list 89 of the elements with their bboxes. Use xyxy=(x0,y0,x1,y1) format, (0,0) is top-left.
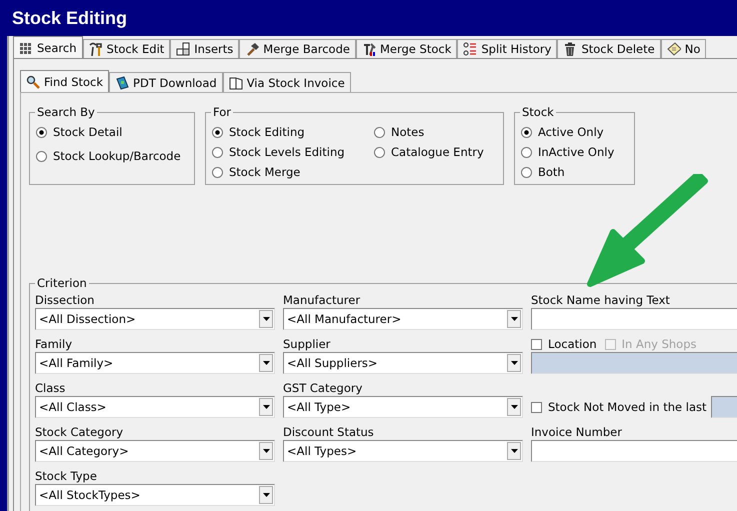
book-icon xyxy=(228,76,243,90)
dropdown[interactable]: <All Manufacturer> xyxy=(283,308,523,330)
dropdown[interactable]: <All Family> xyxy=(35,352,275,374)
search-icon xyxy=(26,74,40,88)
radio-button[interactable] xyxy=(521,146,532,158)
radio-button[interactable] xyxy=(36,150,47,162)
field-label: Discount Status xyxy=(283,424,375,440)
dropdown-button[interactable] xyxy=(259,354,273,372)
dropdown[interactable]: <All Category> xyxy=(35,440,275,462)
dropdown[interactable]: <All Dissection> xyxy=(35,308,275,330)
caret-icon xyxy=(262,317,270,321)
tab[interactable]: Search xyxy=(13,36,83,58)
text-field[interactable] xyxy=(531,308,737,330)
group-title: Search By xyxy=(35,105,97,119)
caret-icon xyxy=(262,493,270,497)
window-title: Stock Editing xyxy=(12,8,128,28)
group-title: Stock xyxy=(520,105,556,119)
dropdown[interactable]: <All Class> xyxy=(35,396,275,418)
field-label: Stock Category xyxy=(35,424,124,440)
list-icon xyxy=(463,42,478,56)
tools-icon xyxy=(362,42,376,56)
radio-option[interactable]: Stock Lookup/Barcode xyxy=(36,149,188,163)
field-label: Manufacturer xyxy=(283,292,362,308)
radio-button[interactable] xyxy=(212,146,223,158)
tools-icon xyxy=(88,42,103,56)
dropdown-button[interactable] xyxy=(259,486,273,504)
field-label: Stock Name having Text xyxy=(531,292,671,308)
radio-option[interactable]: Notes xyxy=(374,125,504,139)
radio-option[interactable]: Stock Detail xyxy=(36,125,188,139)
tab[interactable]: Inserts xyxy=(170,39,240,58)
field-label: Invoice Number xyxy=(531,424,623,440)
radio-button[interactable] xyxy=(374,146,385,158)
hammer-icon xyxy=(245,42,260,56)
dropdown-button[interactable] xyxy=(507,354,521,372)
caret-icon xyxy=(262,361,270,365)
field-label: Family xyxy=(35,336,74,352)
radio-option[interactable]: Stock Editing xyxy=(212,125,368,139)
field-label: Dissection xyxy=(35,292,96,308)
dropdown-button[interactable] xyxy=(259,442,273,460)
radio-option[interactable]: Active Only xyxy=(521,125,628,139)
dropdown[interactable]: <All Type> xyxy=(283,396,523,418)
radio-button[interactable] xyxy=(212,126,223,138)
tab[interactable]: Merge Barcode xyxy=(239,39,356,58)
dropdown-button[interactable] xyxy=(507,442,521,460)
tab[interactable]: Via Stock Invoice xyxy=(222,72,351,92)
note-icon xyxy=(666,42,681,56)
book-icon xyxy=(115,76,130,90)
checkbox[interactable]: Stock Not Moved in the last xyxy=(531,400,706,414)
radio-option[interactable]: Stock Merge xyxy=(212,165,368,179)
group-title: Criterion xyxy=(35,276,89,290)
tab[interactable]: Find Stock xyxy=(20,70,110,92)
dropdown[interactable]: <All Suppliers> xyxy=(283,352,523,374)
tab[interactable]: No xyxy=(660,39,706,58)
grid-icon xyxy=(19,40,33,54)
dropdown-button[interactable] xyxy=(507,398,521,416)
field-label: Class xyxy=(35,380,66,396)
dropdown-button[interactable] xyxy=(259,398,273,416)
tab[interactable]: Merge Stock xyxy=(356,39,458,58)
tab[interactable]: PDT Download xyxy=(109,72,223,92)
checkbox-box[interactable] xyxy=(531,402,542,412)
radio-button[interactable] xyxy=(374,126,385,138)
caret-icon xyxy=(510,361,518,365)
radio-option[interactable]: Both xyxy=(521,165,628,179)
field-label: GST Category xyxy=(283,380,364,396)
group-title: For xyxy=(211,105,233,119)
caret-icon xyxy=(510,449,518,453)
dropdown-button[interactable] xyxy=(259,310,273,328)
trash-icon xyxy=(563,42,578,56)
radio-button[interactable] xyxy=(36,126,47,138)
windows-icon xyxy=(176,42,190,56)
dropdown[interactable]: <All Types> xyxy=(283,440,523,462)
tab[interactable]: Stock Edit xyxy=(82,39,170,58)
caret-icon xyxy=(262,405,270,409)
caret-icon xyxy=(510,405,518,409)
dropdown[interactable]: <All StockTypes> xyxy=(35,484,275,506)
field-label: Supplier xyxy=(283,336,332,352)
field-label: Stock Type xyxy=(35,468,98,484)
radio-button[interactable] xyxy=(521,166,532,178)
caret-icon xyxy=(510,317,518,321)
radio-button[interactable] xyxy=(212,166,223,178)
radio-option[interactable]: Catalogue Entry xyxy=(374,145,504,159)
tab[interactable]: Stock Delete xyxy=(557,39,661,58)
radio-option[interactable]: InActive Only xyxy=(521,145,628,159)
radio-button[interactable] xyxy=(521,126,532,138)
dropdown-button[interactable] xyxy=(507,310,521,328)
tab[interactable]: Split History xyxy=(457,39,558,58)
text-field[interactable] xyxy=(531,440,737,462)
caret-icon xyxy=(262,449,270,453)
radio-option[interactable]: Stock Levels Editing xyxy=(212,145,368,159)
